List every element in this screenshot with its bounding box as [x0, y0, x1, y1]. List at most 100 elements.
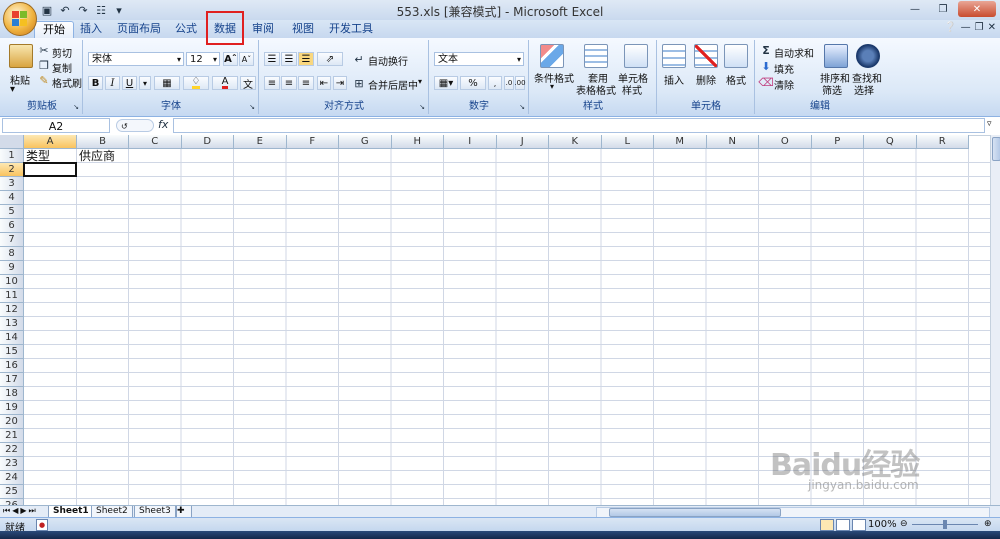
column-header-G[interactable]: G	[339, 135, 392, 149]
autosum-button[interactable]: 自动求和	[774, 45, 814, 60]
zoom-slider-thumb[interactable]	[943, 520, 947, 529]
format-cells-icon[interactable]	[724, 44, 748, 68]
sort-filter-label-2[interactable]: 筛选	[822, 82, 842, 97]
workbook-restore-icon[interactable]: ❐	[975, 22, 984, 33]
column-header-O[interactable]: O	[759, 135, 812, 149]
currency-icon[interactable]: ▦▾	[434, 76, 458, 90]
tab-insert[interactable]: 插入	[76, 21, 106, 37]
insert-cells-icon[interactable]	[662, 44, 686, 68]
number-format-select[interactable]: 文本 ▾	[434, 52, 524, 66]
find-select-label-2[interactable]: 选择	[854, 82, 874, 97]
percent-button[interactable]: %	[460, 76, 486, 90]
horizontal-scroll-thumb[interactable]	[609, 508, 781, 517]
sheet-nav-icon[interactable]: ⏮◀▶⏭	[3, 506, 38, 516]
tab-formulas[interactable]: 公式	[170, 21, 202, 37]
merge-center-button[interactable]: 合并后居中	[368, 77, 418, 92]
name-box[interactable]: A2	[2, 118, 110, 133]
close-icon[interactable]: ✕	[958, 1, 996, 17]
align-right-icon[interactable]: ≡	[298, 76, 314, 90]
row-header-6[interactable]: 6	[0, 219, 24, 233]
align-bottom-icon[interactable]: ☰	[298, 52, 314, 66]
decrease-indent-icon[interactable]: ⇤	[317, 76, 331, 90]
align-center-icon[interactable]: ≡	[281, 76, 297, 90]
column-header-K[interactable]: K	[549, 135, 602, 149]
tab-view[interactable]: 视图	[288, 21, 318, 37]
clear-button[interactable]: 清除	[774, 77, 794, 92]
column-header-C[interactable]: C	[129, 135, 182, 149]
insert-cells-button[interactable]: 插入	[664, 72, 684, 87]
column-header-A[interactable]: A	[24, 135, 77, 149]
row-header-12[interactable]: 12	[0, 303, 24, 317]
column-header-F[interactable]: F	[286, 135, 339, 149]
copy-button[interactable]: 复制	[52, 60, 72, 75]
column-header-L[interactable]: L	[601, 135, 654, 149]
orientation-icon[interactable]: ⇗	[317, 52, 343, 66]
column-header-E[interactable]: E	[234, 135, 287, 149]
row-header-18[interactable]: 18	[0, 387, 24, 401]
font-size-select[interactable]: 12 ▾	[186, 52, 220, 66]
underline-dropdown-icon[interactable]: ▾	[139, 76, 151, 90]
sort-filter-icon[interactable]	[824, 44, 848, 68]
cut-button[interactable]: 剪切	[52, 45, 72, 60]
tab-home[interactable]: 开始	[34, 21, 74, 38]
row-header-8[interactable]: 8	[0, 247, 24, 261]
macro-record-icon[interactable]: ●	[36, 519, 48, 531]
zoom-out-icon[interactable]: ⊖	[900, 519, 908, 529]
shrink-font-icon[interactable]: Aˇ	[239, 52, 254, 66]
row-header-25[interactable]: 25	[0, 485, 24, 499]
workbook-minimize-icon[interactable]: —	[961, 22, 971, 33]
row-header-2[interactable]: 2	[0, 163, 24, 177]
active-cell-selection[interactable]	[23, 162, 77, 177]
font-name-select[interactable]: 宋体 ▾	[88, 52, 184, 66]
row-header-20[interactable]: 20	[0, 415, 24, 429]
row-header-16[interactable]: 16	[0, 359, 24, 373]
comma-style-icon[interactable]: ,	[488, 76, 502, 90]
row-header-22[interactable]: 22	[0, 443, 24, 457]
cell-B1[interactable]: 供应商	[78, 149, 151, 163]
italic-button[interactable]: I	[105, 76, 120, 90]
dialog-launcher-icon[interactable]: ↘	[72, 103, 80, 111]
underline-button[interactable]: U	[122, 76, 137, 90]
row-header-21[interactable]: 21	[0, 429, 24, 443]
formula-input[interactable]	[173, 118, 985, 133]
row-header-13[interactable]: 13	[0, 317, 24, 331]
column-header-J[interactable]: J	[496, 135, 549, 149]
paste-icon[interactable]	[9, 44, 33, 68]
column-header-N[interactable]: N	[706, 135, 759, 149]
expand-formula-icon[interactable]: ▿	[987, 119, 992, 129]
column-header-B[interactable]: B	[77, 135, 129, 149]
column-header-Q[interactable]: Q	[864, 135, 917, 149]
column-header-D[interactable]: D	[181, 135, 234, 149]
workbook-close-icon[interactable]: ✕	[988, 22, 996, 33]
zoom-in-icon[interactable]: ⊕	[984, 519, 992, 529]
find-select-icon[interactable]	[856, 44, 880, 68]
row-header-23[interactable]: 23	[0, 457, 24, 471]
vertical-scrollbar[interactable]	[990, 135, 1000, 505]
row-header-10[interactable]: 10	[0, 275, 24, 289]
align-top-icon[interactable]: ☰	[264, 52, 280, 66]
chevron-down-icon[interactable]: ▾	[550, 82, 554, 91]
zoom-level[interactable]: 100%	[868, 519, 897, 530]
wrap-text-button[interactable]: 自动换行	[368, 53, 408, 68]
delete-cells-button[interactable]: 删除	[696, 72, 716, 87]
row-header-9[interactable]: 9	[0, 261, 24, 275]
cell-styles-icon[interactable]	[624, 44, 648, 68]
row-header-1[interactable]: 1	[0, 149, 24, 163]
row-header-5[interactable]: 5	[0, 205, 24, 219]
phonetic-icon[interactable]: 文	[240, 76, 256, 91]
column-header-M[interactable]: M	[654, 135, 707, 149]
table-format-icon[interactable]	[584, 44, 608, 68]
format-painter-button[interactable]: 格式刷	[52, 75, 82, 90]
insert-function-button[interactable]: fx	[158, 118, 168, 131]
tab-review[interactable]: 审阅	[248, 21, 278, 37]
column-header-P[interactable]: P	[811, 135, 864, 149]
column-header-I[interactable]: I	[444, 135, 497, 149]
select-all-button[interactable]	[0, 135, 24, 149]
row-header-14[interactable]: 14	[0, 331, 24, 345]
font-color-icon[interactable]: A	[212, 76, 238, 90]
row-header-7[interactable]: 7	[0, 233, 24, 247]
restore-icon[interactable]: ❐	[930, 1, 956, 17]
office-button[interactable]	[3, 2, 37, 36]
row-header-11[interactable]: 11	[0, 289, 24, 303]
page-layout-view-icon[interactable]	[836, 519, 850, 531]
